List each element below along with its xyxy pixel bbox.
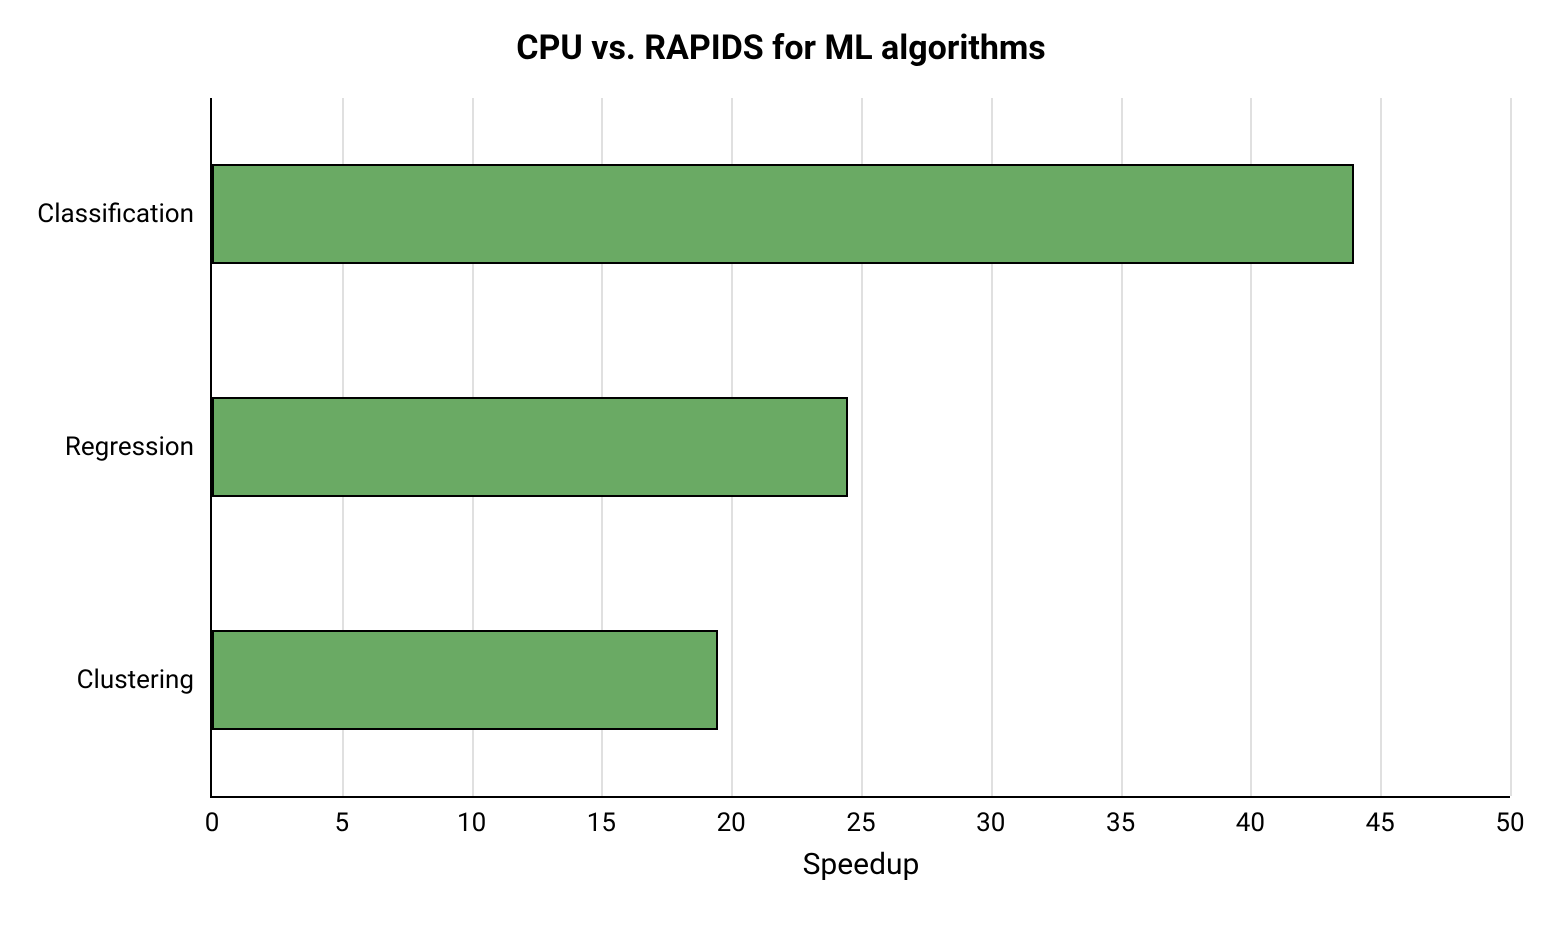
x-tick-label: 25 <box>846 808 875 838</box>
plot-area: 05101520253035404550 ClassificationRegre… <box>210 98 1510 798</box>
grid-line <box>1380 98 1382 796</box>
x-tick-label: 15 <box>587 808 616 838</box>
x-tick-label: 35 <box>1106 808 1135 838</box>
x-tick-label: 45 <box>1366 808 1395 838</box>
x-tick-label: 50 <box>1495 808 1524 838</box>
x-axis-label: Speedup <box>803 847 920 882</box>
chart-container: CPU vs. RAPIDS for ML algorithms 0510152… <box>0 0 1562 928</box>
bar <box>212 397 848 497</box>
bar <box>212 630 718 730</box>
y-tick-label: Regression <box>65 432 194 462</box>
bar <box>212 164 1354 264</box>
grid-line <box>1510 98 1512 796</box>
y-tick-label: Clustering <box>77 665 194 695</box>
x-tick-label: 10 <box>457 808 486 838</box>
x-tick-label: 5 <box>334 808 349 838</box>
x-tick-label: 20 <box>717 808 746 838</box>
y-tick-label: Classification <box>37 199 194 229</box>
x-tick-label: 30 <box>976 808 1005 838</box>
x-tick-label: 40 <box>1236 808 1265 838</box>
x-tick-label: 0 <box>205 808 220 838</box>
chart-title: CPU vs. RAPIDS for ML algorithms <box>0 28 1562 68</box>
